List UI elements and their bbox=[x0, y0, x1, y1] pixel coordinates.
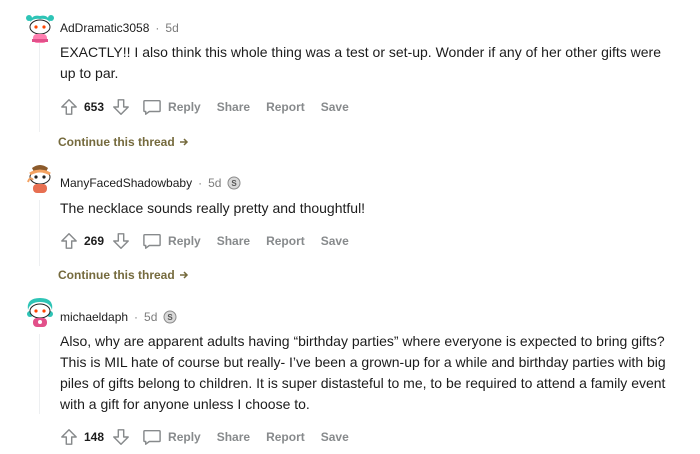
comment-actions: 269 Reply Share Report Save bbox=[58, 229, 365, 253]
share-button[interactable]: Share bbox=[217, 430, 250, 444]
thread-line[interactable] bbox=[39, 334, 40, 414]
arrow-right-icon bbox=[179, 271, 188, 279]
timestamp[interactable]: 5d bbox=[208, 176, 221, 190]
arrow-down-icon bbox=[113, 99, 129, 115]
continue-thread-label: Continue this thread bbox=[58, 135, 175, 149]
reply-label: Reply bbox=[168, 234, 201, 248]
username[interactable]: ManyFacedShadowbaby bbox=[60, 176, 192, 190]
arrow-up-icon bbox=[61, 99, 77, 115]
continue-thread-link[interactable]: Continue this thread bbox=[58, 135, 189, 149]
username[interactable]: michaeldaph bbox=[60, 310, 128, 324]
arrow-up-icon bbox=[61, 429, 77, 445]
arrow-down-icon bbox=[113, 233, 129, 249]
vote-score: 653 bbox=[84, 100, 105, 114]
vote-score: 269 bbox=[84, 234, 105, 248]
svg-text:S: S bbox=[168, 313, 174, 322]
reply-button[interactable]: Reply bbox=[142, 428, 201, 446]
silver-award-icon[interactable]: S bbox=[163, 310, 177, 324]
upvote-button[interactable] bbox=[58, 96, 80, 118]
save-button[interactable]: Save bbox=[321, 234, 349, 248]
silver-award-icon[interactable]: S bbox=[227, 176, 241, 190]
snoo-avatar-icon bbox=[27, 165, 51, 193]
comment-body: EXACTLY!! I also think this whole thing … bbox=[60, 44, 661, 81]
report-button[interactable]: Report bbox=[266, 234, 305, 248]
speech-bubble-icon bbox=[143, 233, 161, 249]
reply-label: Reply bbox=[168, 100, 201, 114]
username[interactable]: AdDramatic3058 bbox=[60, 21, 149, 35]
arrow-up-icon bbox=[61, 233, 77, 249]
thread-line[interactable] bbox=[39, 42, 40, 132]
continue-thread-link[interactable]: Continue this thread bbox=[58, 268, 189, 282]
comment-body: Also, why are apparent adults having “bi… bbox=[60, 333, 666, 412]
comment-actions: 148 Reply Share Report Save bbox=[58, 425, 365, 449]
snoo-avatar-icon bbox=[27, 298, 53, 327]
downvote-button[interactable] bbox=[110, 96, 132, 118]
svg-text:S: S bbox=[232, 179, 238, 188]
comment-meta: michaeldaph · 5d S bbox=[60, 307, 177, 327]
share-button[interactable]: Share bbox=[217, 100, 250, 114]
reply-button[interactable]: Reply bbox=[142, 232, 201, 250]
speech-bubble-icon bbox=[143, 429, 161, 445]
timestamp[interactable]: 5d bbox=[165, 21, 178, 35]
avatar[interactable] bbox=[24, 162, 56, 194]
upvote-button[interactable] bbox=[58, 230, 80, 252]
reply-button[interactable]: Reply bbox=[142, 98, 201, 116]
separator: · bbox=[198, 176, 203, 190]
vote-score: 148 bbox=[84, 430, 105, 444]
separator: · bbox=[134, 310, 139, 324]
upvote-button[interactable] bbox=[58, 426, 80, 448]
arrow-down-icon bbox=[113, 429, 129, 445]
reply-label: Reply bbox=[168, 430, 201, 444]
comment-meta: AdDramatic3058 · 5d bbox=[60, 18, 179, 38]
downvote-button[interactable] bbox=[110, 426, 132, 448]
speech-bubble-icon bbox=[143, 99, 161, 115]
save-button[interactable]: Save bbox=[321, 100, 349, 114]
continue-thread-label: Continue this thread bbox=[58, 268, 175, 282]
comment-actions: 653 Reply Share Report Save bbox=[58, 95, 365, 119]
snoo-avatar-icon bbox=[26, 15, 54, 43]
comment-meta: ManyFacedShadowbaby · 5d S bbox=[60, 173, 241, 193]
downvote-button[interactable] bbox=[110, 230, 132, 252]
report-button[interactable]: Report bbox=[266, 430, 305, 444]
avatar[interactable] bbox=[24, 12, 56, 44]
avatar[interactable] bbox=[24, 296, 56, 328]
report-button[interactable]: Report bbox=[266, 100, 305, 114]
timestamp[interactable]: 5d bbox=[144, 310, 157, 324]
comment-body: The necklace sounds really pretty and th… bbox=[60, 200, 366, 216]
arrow-right-icon bbox=[179, 138, 188, 146]
separator: · bbox=[155, 21, 160, 35]
share-button[interactable]: Share bbox=[217, 234, 250, 248]
thread-line[interactable] bbox=[39, 200, 40, 266]
save-button[interactable]: Save bbox=[321, 430, 349, 444]
